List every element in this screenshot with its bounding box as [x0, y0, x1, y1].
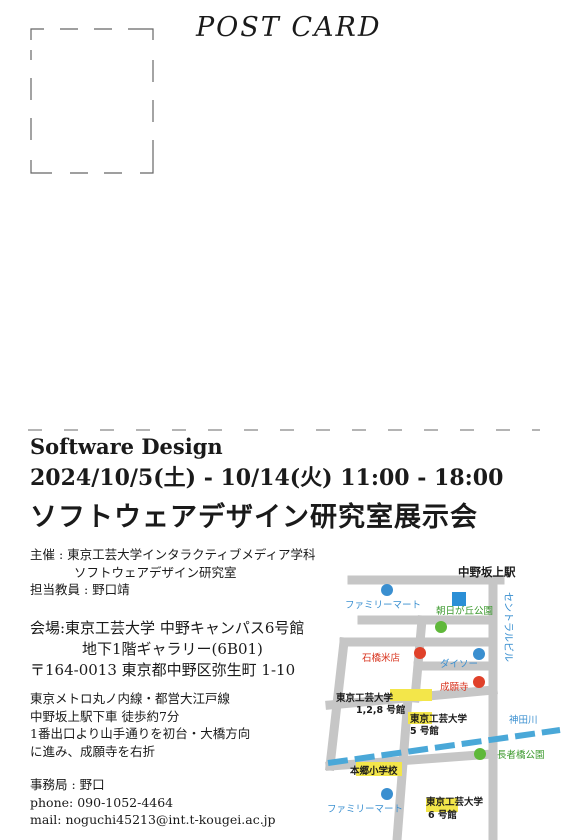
building-128-sub-label: 1,2,8 号館 — [356, 704, 406, 716]
station-label: 中野坂上駅 — [458, 565, 516, 579]
office-label: 事務局 : 野口 — [30, 777, 105, 792]
access-map: 中野坂上駅 セントラルビル ファミリーマート 朝日が丘公園 石橋米店 ダイソー … — [325, 565, 561, 840]
organizer-block: 主催 : 東京工芸大学インタラクティブメディア学科 ソフトウェアデザイン研究室 … — [30, 546, 316, 599]
kanda-river-label: 神田川 — [509, 714, 538, 726]
ishibashi-rice-label: 石橋米店 — [362, 652, 400, 664]
brand-title: Software Design — [30, 434, 223, 459]
station-marker-icon — [452, 592, 466, 606]
venue-block: 会場:東京工芸大学 中野キャンパス6号館 地下1階ギャラリー(6B01) 〒16… — [30, 618, 304, 681]
postcard-title: POST CARD — [196, 12, 382, 43]
chojabashi-park-label: 長者橋公園 — [497, 749, 545, 761]
venue-floor-line: 地下1階ギャラリー(6B01) — [82, 640, 263, 658]
familymart-top-marker-icon — [381, 584, 393, 596]
event-dates: 2024/10/5(土) - 10/14(火) 11:00 - 18:00 — [30, 465, 504, 491]
office-block: 事務局 : 野口 phone: 090-1052-4464 mail: nogu… — [30, 776, 276, 829]
asahigaoka-park-marker-icon — [435, 621, 447, 633]
building-6-sub-label: 6 号館 — [428, 809, 457, 821]
hongo-school-label: 本郷小学校 — [350, 765, 398, 777]
access-line: 中野坂上駅下車 徒歩約7分 — [30, 708, 180, 724]
familymart-top-label: ファミリーマート — [345, 600, 421, 611]
jouganji-label: 成願寺 — [440, 681, 469, 693]
teacher-line: 担当教員 : 野口靖 — [30, 582, 130, 597]
building-5-sub-label: 5 号館 — [410, 725, 439, 737]
access-line: 東京メトロ丸ノ内線・都営大江戸線 — [30, 691, 231, 706]
jouganji-marker-icon — [473, 676, 485, 688]
access-line: 1番出口より山手通りを初台・大橋方向 — [30, 726, 251, 741]
venue-line: 会場:東京工芸大学 中野キャンパス6号館 — [30, 619, 305, 637]
stamp-box — [30, 28, 154, 174]
daiso-label: ダイソー — [440, 658, 478, 670]
organizer-line: 主催 : 東京工芸大学インタラクティブメディア学科 — [30, 547, 316, 562]
event-header: Software Design 2024/10/5(土) - 10/14(火) … — [30, 433, 503, 539]
asahigaoka-park-label: 朝日が丘公園 — [436, 605, 493, 617]
organizer-lab-line: ソフトウェアデザイン研究室 — [74, 564, 237, 580]
familymart-bottom-label: ファミリーマート — [327, 804, 403, 815]
office-mail: mail: noguchi45213@int.t-kougei.ac.jp — [30, 812, 276, 827]
building-5-label: 東京工芸大学 — [409, 713, 468, 725]
building-6-label: 東京工芸大学 — [425, 796, 484, 808]
central-building-label: セントラルビル — [502, 592, 514, 662]
office-phone: phone: 090-1052-4464 — [30, 794, 174, 810]
ishibashi-rice-marker-icon — [414, 647, 426, 659]
building-128-label: 東京工芸大学 — [335, 692, 394, 704]
venue-address: 〒164-0013 東京都中野区弥生町 1-10 — [30, 661, 296, 679]
event-headline: ソフトウェアデザイン研究室展示会 — [30, 502, 478, 533]
familymart-bottom-marker-icon — [381, 788, 393, 800]
access-line: に進み、成願寺を右折 — [30, 743, 156, 759]
access-block: 東京メトロ丸ノ内線・都営大江戸線 中野坂上駅下車 徒歩約7分 1番出口より山手通… — [30, 690, 250, 760]
highlight-128 — [390, 689, 432, 701]
chojabashi-park-marker-icon — [474, 748, 486, 760]
